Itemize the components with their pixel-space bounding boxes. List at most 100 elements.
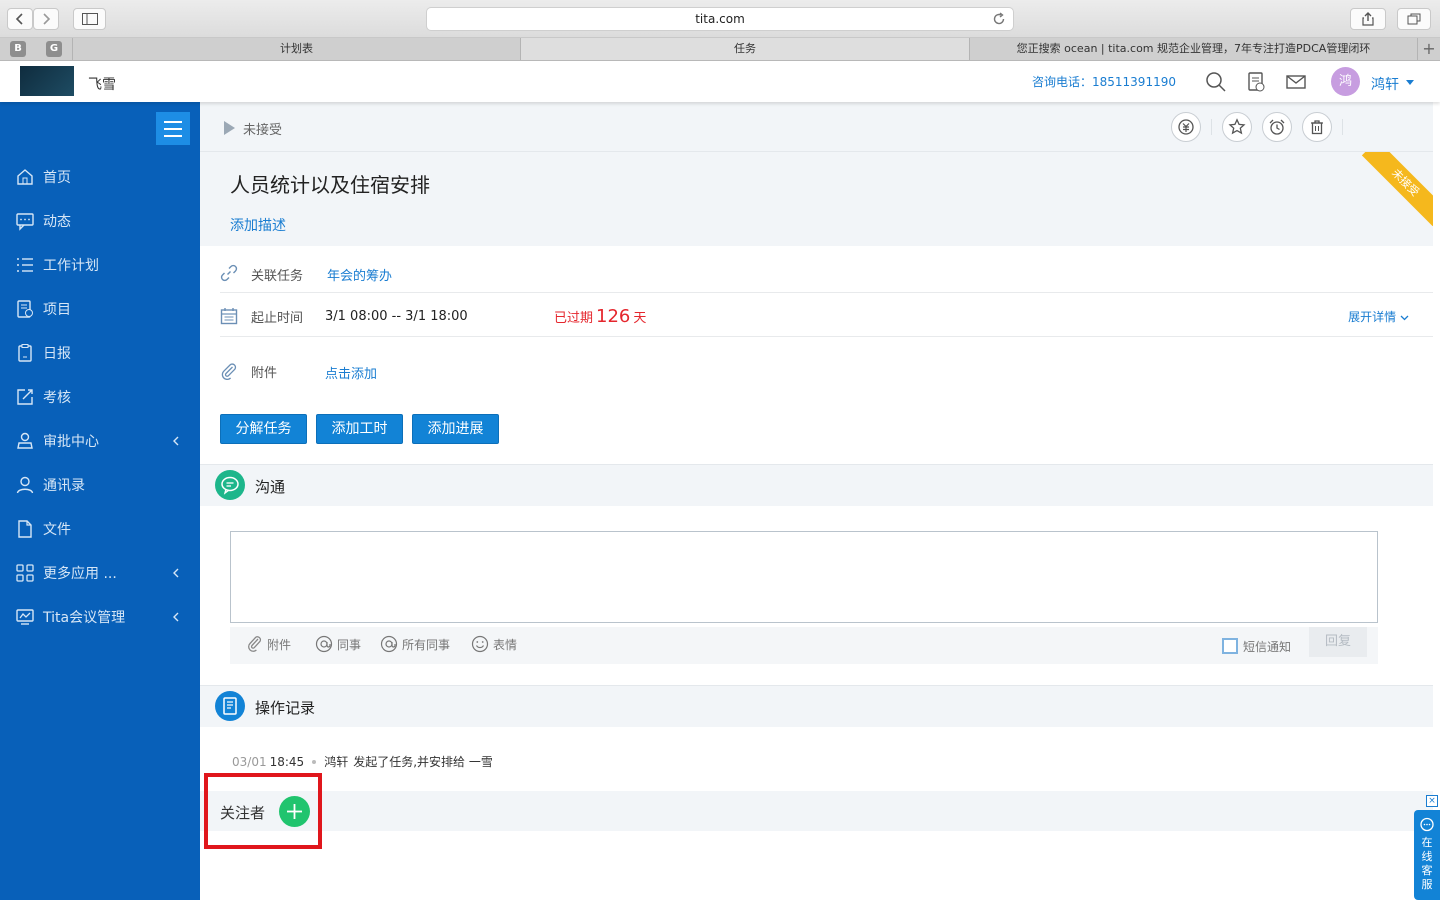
sidebar-item-feed[interactable]: 动态 (0, 199, 200, 243)
log-user[interactable]: 鸿轩 (324, 753, 348, 770)
sidebar-item-approval[interactable]: 审批中心 (0, 419, 200, 463)
mention-colleague-tool[interactable]: 同事 (315, 635, 361, 653)
sidebar-item-daily-report[interactable]: 日报 (0, 331, 200, 375)
home-icon (17, 169, 33, 185)
highlight-box (204, 773, 322, 849)
expand-details-link[interactable]: 展开详情 (1348, 308, 1409, 325)
attachment-tool-label: 附件 (267, 637, 292, 652)
sidebar-item-contacts[interactable]: 通讯录 (0, 463, 200, 507)
sidebar-item-home[interactable]: 首页 (0, 155, 200, 199)
chevron-down-icon[interactable] (1406, 80, 1414, 85)
title-area: 人员统计以及住宿安排 添加描述 未接受 (200, 152, 1433, 246)
company-logo[interactable] (20, 66, 74, 96)
sidebar-item-assessment[interactable]: 考核 (0, 375, 200, 419)
task-title[interactable]: 人员统计以及住宿安排 (230, 169, 430, 198)
username[interactable]: 鸿轩 (1371, 74, 1399, 94)
tab-search[interactable]: 您正搜索 ocean | tita.com 规范企业管理，7年专注打造PDCA管… (969, 38, 1417, 60)
followers-row: 关注者 (200, 791, 1433, 831)
comment-input[interactable] (230, 531, 1378, 623)
overdue-days: 126 (596, 306, 631, 327)
sidebar-item-label: 工作计划 (43, 258, 99, 274)
tab-task[interactable]: 任务 (520, 38, 969, 60)
alarm-icon (1269, 119, 1285, 135)
log-date: 03/01 (232, 754, 267, 769)
tab-plan[interactable]: 计划表 (72, 38, 520, 60)
operation-log-title: 操作记录 (255, 699, 316, 717)
project-icon (17, 300, 33, 318)
sidebar-item-more-apps[interactable]: 更多应用 ... (0, 551, 200, 595)
forward-button[interactable] (33, 8, 59, 30)
colleague-tool-label: 同事 (337, 637, 362, 652)
online-service-tab[interactable]: 在线客服 (1414, 810, 1440, 900)
tab-bar: B G 计划表 任务 您正搜索 ocean | tita.com 规范企业管理，… (0, 38, 1440, 61)
delete-button[interactable] (1302, 112, 1332, 142)
sidebar-item-work-plan[interactable]: 工作计划 (0, 243, 200, 287)
sidebar-item-label: 动态 (43, 214, 71, 230)
tabs-overview-button[interactable] (1397, 8, 1431, 30)
sms-notify-checkbox[interactable] (1222, 638, 1238, 654)
mail-icon[interactable] (1285, 71, 1307, 93)
sidebar-item-label: 通讯录 (43, 478, 85, 494)
overdue-indicator: 已过期 126 天 (554, 306, 646, 327)
overdue-prefix: 已过期 (554, 311, 594, 326)
company-name[interactable]: 飞雪 (88, 74, 116, 94)
avatar[interactable]: 鸿 (1331, 67, 1360, 96)
address-text: tita.com (695, 12, 745, 26)
sidebar-item-meeting[interactable]: Tita会议管理 (0, 595, 200, 639)
share-button[interactable] (1350, 8, 1386, 30)
time-value[interactable]: 3/1 08:00 -- 3/1 18:00 (325, 309, 468, 324)
add-hours-button[interactable]: 添加工时 (316, 414, 403, 444)
split-task-button[interactable]: 分解任务 (220, 414, 307, 444)
chevron-left-icon (173, 568, 179, 578)
paperclip-icon (221, 363, 237, 380)
add-description-link[interactable]: 添加描述 (230, 215, 286, 235)
coin-button[interactable] (1171, 112, 1201, 142)
attachment-row: 附件 点击添加 (220, 338, 1433, 398)
close-icon[interactable]: × (1426, 795, 1438, 807)
mention-all-tool[interactable]: 所有同事 (380, 635, 450, 653)
sidebar-item-project[interactable]: 项目 (0, 287, 200, 331)
attachment-tool[interactable]: 附件 (247, 635, 291, 653)
status-bar: 未接受 (200, 102, 1433, 152)
sidebar-toggle-button[interactable] (73, 8, 106, 30)
sidebar: 首页 动态 工作计划 项目 日报 考核 审批中心 通讯录 文件 更多应用 ... (0, 102, 200, 900)
add-progress-button[interactable]: 添加进展 (412, 414, 499, 444)
pinned-tab-b[interactable]: B (10, 41, 26, 57)
at-icon (380, 635, 398, 653)
sms-notify-label: 短信通知 (1243, 640, 1292, 654)
approval-icon (17, 432, 33, 449)
emoji-tool[interactable]: 表情 (471, 635, 517, 653)
hotline: 咨询电话：18511391190 (1032, 75, 1176, 89)
attachment-label: 附件 (251, 366, 278, 381)
new-tab-button[interactable]: + (1417, 38, 1440, 60)
document-icon[interactable] (1245, 71, 1267, 93)
search-icon[interactable] (1205, 71, 1227, 93)
add-attachment-link[interactable]: 点击添加 (325, 363, 377, 382)
report-icon (18, 344, 32, 362)
reload-icon[interactable] (991, 11, 1007, 27)
comment-toolbar: 附件 同事 所有同事 表情 短信通知 回复 (230, 627, 1378, 664)
apps-icon (16, 564, 34, 582)
menu-toggle-button[interactable] (156, 112, 190, 145)
communication-header: 沟通 (200, 464, 1433, 506)
related-task-link[interactable]: 年会的筹办 (327, 265, 392, 284)
reply-button[interactable]: 回复 (1309, 627, 1367, 657)
list-icon (17, 258, 33, 272)
link-icon (220, 264, 238, 282)
sidebar-item-label: 项目 (43, 302, 71, 318)
star-button[interactable] (1222, 112, 1252, 142)
address-bar[interactable]: tita.com (426, 7, 1014, 31)
paperclip-icon (248, 636, 262, 652)
sidebar-item-files[interactable]: 文件 (0, 507, 200, 551)
overdue-suffix: 天 (633, 311, 647, 326)
alarm-button[interactable] (1262, 112, 1292, 142)
back-button[interactable] (7, 8, 33, 30)
online-service-label: 在线客服 (1421, 836, 1433, 891)
sidebar-item-label: 审批中心 (43, 434, 99, 450)
sidebar-item-label: 首页 (43, 170, 71, 186)
emoji-tool-label: 表情 (493, 637, 518, 652)
related-task-row: 关联任务 年会的筹办 (220, 246, 1433, 293)
play-icon[interactable] (224, 121, 235, 135)
pinned-tab-g[interactable]: G (46, 41, 62, 57)
status-label[interactable]: 未接受 (243, 119, 282, 138)
